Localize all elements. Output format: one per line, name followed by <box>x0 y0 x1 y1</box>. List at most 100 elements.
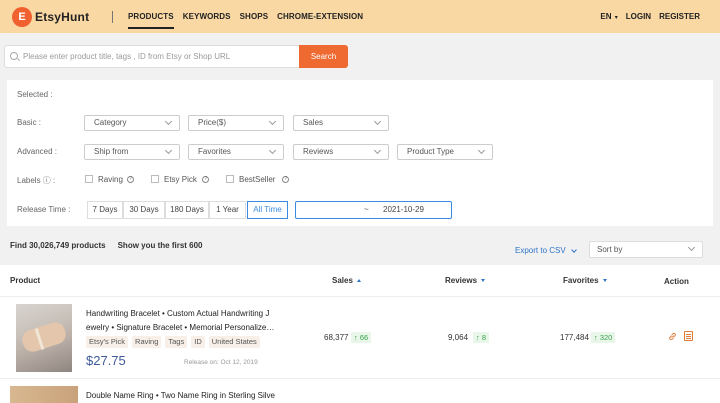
chevron-down-icon <box>164 146 173 155</box>
ship-from-dropdown-label: Ship from <box>94 147 129 156</box>
register-link[interactable]: REGISTER <box>659 12 700 21</box>
favorites-dropdown[interactable]: Favorites <box>188 144 284 160</box>
ship-from-dropdown[interactable]: Ship from <box>84 144 180 160</box>
col-header-sales-label: Sales <box>332 276 353 285</box>
nav-chrome-extension[interactable]: CHROME-EXTENSION <box>277 0 363 33</box>
release-30-days[interactable]: 30 Days <box>123 201 165 219</box>
chevron-down-icon <box>373 146 382 155</box>
sort-by-label: Sort by <box>597 245 623 254</box>
col-header-product: Product <box>10 276 41 285</box>
release-1-year[interactable]: 1 Year <box>209 201 246 219</box>
reviews-value: 9,064 <box>448 333 469 342</box>
filter-panel: Selected : Basic : Category Price($) Sal… <box>7 80 713 226</box>
main-nav: PRODUCTS KEYWORDS SHOPS CHROME-EXTENSION <box>128 0 372 33</box>
nav-keywords[interactable]: KEYWORDS <box>183 0 231 33</box>
release-date: Release on: Oct 12, 2019 <box>184 359 258 366</box>
release-7-days[interactable]: 7 Days <box>87 201 123 219</box>
nav-products[interactable]: PRODUCTS <box>128 0 174 33</box>
labels-label: Labels ⓘ : <box>17 176 56 185</box>
product-type-dropdown-label: Product Type <box>407 147 454 156</box>
language-label: EN <box>600 12 612 21</box>
logo-badge-icon: E <box>12 7 32 27</box>
reviews-delta: ↑ 8 <box>473 332 490 343</box>
release-180-days[interactable]: 180 Days <box>165 201 209 219</box>
product-title[interactable]: Double Name Ring • Two Name Ring in Ster… <box>86 389 316 403</box>
col-header-action: Action <box>664 277 689 286</box>
col-header-reviews[interactable]: Reviews <box>445 276 486 285</box>
product-type-dropdown[interactable]: Product Type <box>397 144 493 160</box>
raving-checkbox[interactable] <box>85 175 93 183</box>
col-header-favorites[interactable]: Favorites <box>563 276 607 285</box>
header-divider <box>0 296 720 297</box>
nav-shops[interactable]: SHOPS <box>240 0 269 33</box>
reviews-dropdown-label: Reviews <box>303 147 334 156</box>
tag-id[interactable]: ID <box>191 336 205 348</box>
nav-divider <box>112 11 113 23</box>
help-icon[interactable]: ? <box>202 176 209 183</box>
price-dropdown[interactable]: Price($) <box>188 115 284 131</box>
advanced-label: Advanced : <box>17 147 58 156</box>
etsy-pick-label: Etsy Pick <box>164 175 197 184</box>
help-icon[interactable]: ? <box>282 176 289 183</box>
sales-dropdown-label: Sales <box>303 118 324 127</box>
etsyhunt-logo[interactable]: E EtsyHunt <box>12 7 89 27</box>
date-separator: ~ <box>364 205 369 214</box>
showing-count: Show you the first 600 <box>117 241 203 250</box>
chevron-down-icon <box>164 117 173 126</box>
help-icon[interactable]: ? <box>127 176 134 183</box>
basic-label: Basic : <box>17 118 42 127</box>
account-nav: EN ▾ LOGIN REGISTER <box>592 0 700 33</box>
product-tags: Etsy's Pick Raving Tags ID United States <box>86 336 264 348</box>
product-thumbnail[interactable] <box>10 386 78 403</box>
chevron-down-icon <box>571 247 577 253</box>
tag-country: United States <box>208 336 260 348</box>
notes-icon[interactable] <box>684 331 693 341</box>
sort-icon <box>481 279 486 283</box>
product-title-line: ewelry • Signature Bracelet • Memorial P… <box>86 323 275 332</box>
tag-etsys-pick: Etsy's Pick <box>86 336 129 348</box>
search-bar: Search <box>4 45 348 68</box>
search-input[interactable] <box>4 45 299 68</box>
date-range-picker[interactable]: ~ 2021-10-29 <box>295 201 452 219</box>
bestseller-checkbox[interactable] <box>226 175 234 183</box>
tag-raving: Raving <box>132 336 162 348</box>
found-count: Find 30,026,749 products <box>10 241 106 250</box>
category-dropdown-label: Category <box>94 118 127 127</box>
sort-icon <box>602 279 607 283</box>
col-header-favorites-label: Favorites <box>563 276 599 285</box>
sort-up-icon <box>356 279 361 283</box>
favorites-value: 177,484 <box>560 333 589 342</box>
favorites-delta: ↑ 320 <box>591 332 616 343</box>
selected-label: Selected : <box>17 90 53 99</box>
chevron-down-icon <box>373 117 382 126</box>
col-header-sales[interactable]: Sales <box>332 276 361 285</box>
product-title[interactable]: Handwriting Bracelet • Custom Actual Han… <box>86 307 286 335</box>
sales-value: 68,377 <box>324 333 349 342</box>
reviews-dropdown[interactable]: Reviews <box>293 144 389 160</box>
chevron-down-icon <box>268 117 277 126</box>
link-icon[interactable] <box>668 332 677 341</box>
sort-by-dropdown[interactable]: Sort by <box>589 241 703 258</box>
row-divider <box>0 378 720 379</box>
language-selector[interactable]: EN ▾ <box>600 12 617 21</box>
product-thumbnail[interactable] <box>16 304 72 372</box>
bestseller-label: BestSeller <box>239 175 276 184</box>
logo-text: EtsyHunt <box>35 10 90 24</box>
search-button[interactable]: Search <box>299 45 348 68</box>
favorites-dropdown-label: Favorites <box>198 147 231 156</box>
release-all-time[interactable]: All Time <box>247 201 288 219</box>
results-summary: Find 30,026,749 products Show you the fir… <box>10 241 215 250</box>
chevron-down-icon <box>477 146 486 155</box>
product-title-line: Handwriting Bracelet • Custom Actual Han… <box>86 309 270 318</box>
tag-tags[interactable]: Tags <box>165 336 188 348</box>
date-end: 2021-10-29 <box>383 205 424 214</box>
search-icon <box>10 52 18 60</box>
sales-dropdown[interactable]: Sales <box>293 115 389 131</box>
product-price: $27.75 <box>86 353 126 368</box>
category-dropdown[interactable]: Category <box>84 115 180 131</box>
login-link[interactable]: LOGIN <box>626 12 651 21</box>
export-csv-button[interactable]: Export to CSV <box>515 246 566 255</box>
raving-label: Raving <box>98 175 123 184</box>
etsy-pick-checkbox[interactable] <box>151 175 159 183</box>
chevron-down-icon <box>268 146 277 155</box>
